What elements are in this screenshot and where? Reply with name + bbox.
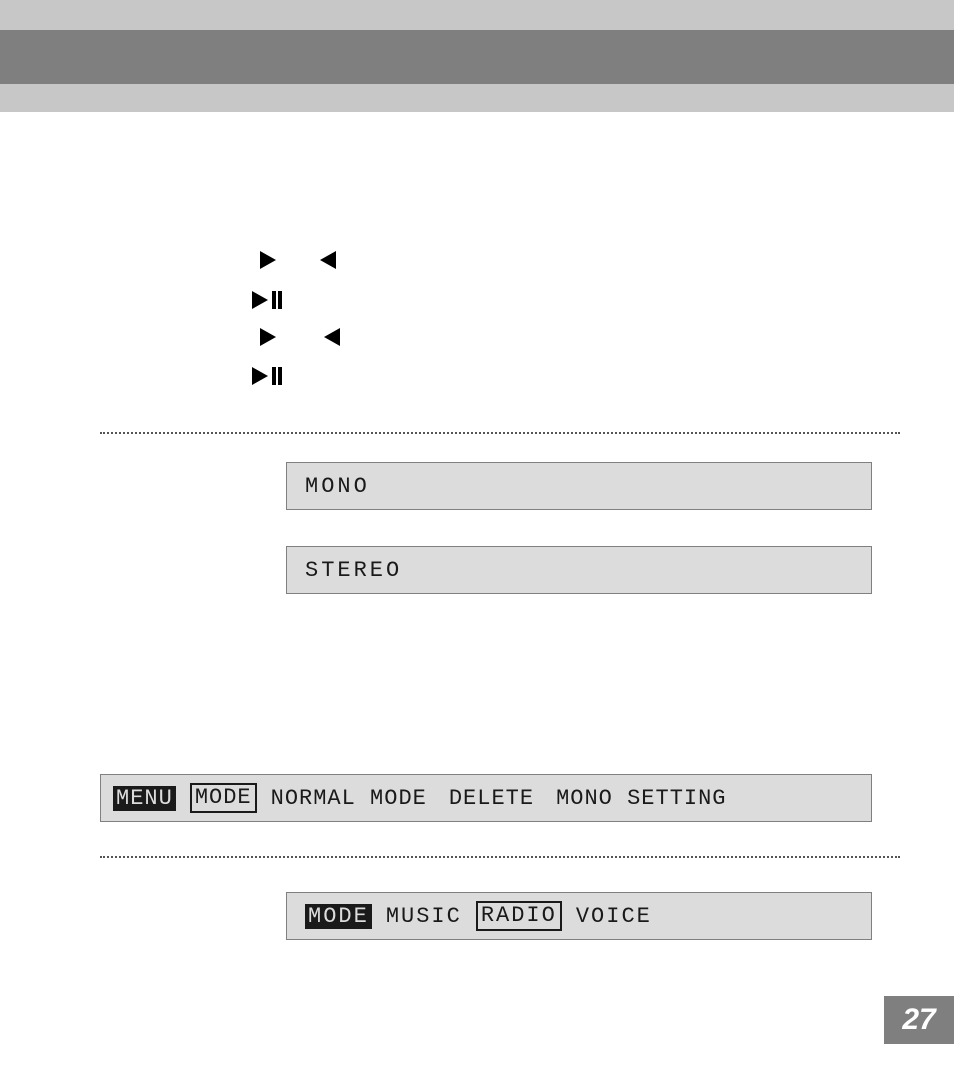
icon-row-2 bbox=[252, 291, 282, 309]
pause-bars-icon bbox=[270, 367, 282, 385]
pause-bars-icon bbox=[270, 291, 282, 309]
lcd-stereo: STEREO bbox=[286, 546, 872, 594]
play-right-icon bbox=[260, 251, 276, 269]
play-pause-icon bbox=[252, 367, 268, 385]
menu-chip[interactable]: MENU bbox=[113, 786, 176, 811]
play-right-icon bbox=[260, 328, 276, 346]
play-left-icon bbox=[320, 251, 336, 269]
voice-label[interactable]: VOICE bbox=[576, 904, 652, 929]
icon-row-1 bbox=[260, 251, 336, 269]
mode-chip[interactable]: MODE bbox=[305, 904, 372, 929]
lcd-stereo-text: STEREO bbox=[305, 558, 402, 583]
lcd-mono: MONO bbox=[286, 462, 872, 510]
lcd-mono-text: MONO bbox=[305, 474, 370, 499]
mode-chip[interactable]: MODE bbox=[190, 783, 257, 813]
page-number: 27 bbox=[902, 1003, 935, 1037]
page-number-tab: 27 bbox=[884, 996, 954, 1044]
icon-row-3 bbox=[260, 328, 340, 346]
header-band-dark bbox=[0, 30, 954, 84]
icon-row-4 bbox=[252, 367, 282, 385]
music-label[interactable]: MUSIC bbox=[386, 904, 462, 929]
divider bbox=[100, 432, 900, 434]
radio-chip[interactable]: RADIO bbox=[476, 901, 562, 931]
mono-setting-label: MONO SETTING bbox=[556, 786, 726, 811]
play-left-icon bbox=[324, 328, 340, 346]
lcd-menu-bar: MENU MODE NORMAL MODE DELETE MONO SETTIN… bbox=[100, 774, 872, 822]
divider bbox=[100, 856, 900, 858]
normal-mode-label: NORMAL MODE bbox=[271, 786, 427, 811]
play-pause-icon bbox=[252, 291, 268, 309]
delete-label: DELETE bbox=[449, 786, 534, 811]
lcd-mode-bar: MODE MUSIC RADIO VOICE bbox=[286, 892, 872, 940]
